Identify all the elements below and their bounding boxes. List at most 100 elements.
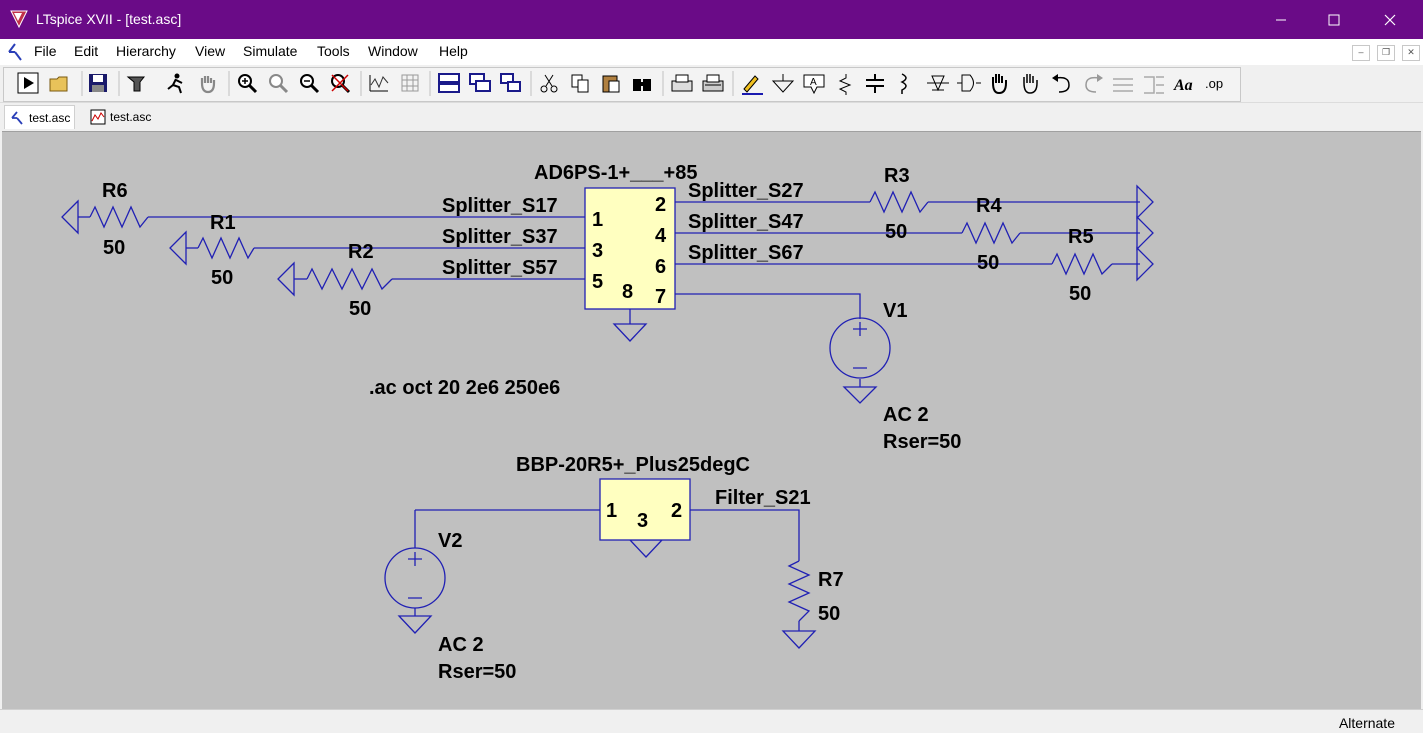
zoom-out-icon[interactable] <box>300 74 320 94</box>
port-r6 <box>61 199 79 235</box>
menu-window[interactable]: Window <box>368 43 418 59</box>
menu-tools[interactable]: Tools <box>317 43 350 59</box>
run-man-icon[interactable] <box>167 73 183 94</box>
autorange-icon[interactable] <box>369 75 389 92</box>
tab-label: test.asc <box>110 109 152 124</box>
tab-label: test.asc <box>29 110 71 125</box>
r7-name: R7 <box>818 569 844 591</box>
tile-vertical-icon[interactable] <box>469 73 491 92</box>
svg-text:.op: .op <box>1205 76 1223 91</box>
filter-name: BBP-20R5+_Plus25degC <box>516 454 750 476</box>
r5-name: R5 <box>1068 226 1094 248</box>
splitter-pin-5: 5 <box>592 271 603 293</box>
capacitor-icon[interactable] <box>866 74 884 93</box>
spice-directive[interactable]: .ac oct 20 2e6 250e6 <box>369 377 560 399</box>
text-icon[interactable]: Aa <box>1173 77 1193 94</box>
zoom-in-icon[interactable] <box>238 74 258 94</box>
tile-horizontal-icon[interactable] <box>438 73 460 93</box>
waveform-tab-icon <box>90 109 106 124</box>
r3-name: R3 <box>884 165 910 187</box>
rotate-icon[interactable] <box>1113 78 1133 92</box>
menu-hierarchy[interactable]: Hierarchy <box>116 43 176 59</box>
close-button[interactable] <box>1363 0 1416 39</box>
menu-file[interactable]: File <box>34 43 57 59</box>
diode-icon[interactable] <box>927 75 949 92</box>
maximize-icon <box>1328 14 1339 25</box>
grid-icon[interactable] <box>401 74 419 92</box>
tab-waveform[interactable]: test.asc <box>86 105 155 128</box>
r1-symbol <box>197 236 255 260</box>
v1-symbol <box>829 317 891 379</box>
r3-value: 50 <box>885 221 907 243</box>
undo-icon[interactable] <box>1052 74 1070 93</box>
r1-name: R1 <box>210 212 236 234</box>
inductor-icon[interactable] <box>900 73 907 94</box>
r5-symbol <box>1051 252 1113 276</box>
mdi-close-button[interactable]: ✕ <box>1402 45 1420 61</box>
redo-icon[interactable] <box>1085 74 1103 93</box>
maximize-button[interactable] <box>1307 0 1360 39</box>
control-panel-icon[interactable] <box>126 76 146 92</box>
component-icon[interactable] <box>957 74 981 92</box>
svg-text:A: A <box>810 77 817 88</box>
schematic-canvas[interactable]: AD6PS-1+___+85 1 3 5 2 4 6 8 7 Splitter_… <box>2 131 1421 709</box>
r3-symbol <box>869 190 929 214</box>
spice-directive-icon[interactable]: .op <box>1205 76 1223 91</box>
title-bar: LTspice XVII - [test.asc] <box>0 0 1423 39</box>
cut-icon[interactable] <box>540 74 558 93</box>
drag-icon[interactable] <box>1023 74 1038 94</box>
ground-splitter <box>612 309 648 342</box>
v1-value: AC 2 <box>883 404 929 426</box>
mdi-minimize-button[interactable]: – <box>1352 45 1370 61</box>
print-setup-icon[interactable] <box>702 74 724 92</box>
splitter-pin-7: 7 <box>655 286 666 308</box>
close-icon <box>1384 14 1395 25</box>
v1-rser: Rser=50 <box>883 431 961 453</box>
status-bar: Alternate <box>0 709 1423 733</box>
r5-value: 50 <box>1069 283 1091 305</box>
menu-simulate[interactable]: Simulate <box>243 43 297 59</box>
port-r1 <box>169 230 187 266</box>
toolbar: A Aa .op <box>0 65 1423 103</box>
filter-pin-1: 1 <box>606 500 617 522</box>
toolbar-icons: A Aa .op <box>17 71 1223 96</box>
find-icon[interactable] <box>633 79 651 91</box>
port-r2 <box>277 261 295 297</box>
run-icon[interactable] <box>17 72 39 94</box>
schematic-drawing: AD6PS-1+___+85 1 3 5 2 4 6 8 7 Splitter_… <box>61 162 1154 683</box>
ground-r7 <box>781 630 817 649</box>
open-icon[interactable] <box>49 76 68 92</box>
net-label-filter-s21: Filter_S21 <box>715 487 811 509</box>
zoom-cancel-icon[interactable] <box>331 74 351 94</box>
r4-name: R4 <box>976 195 1002 217</box>
draw-wire-icon[interactable] <box>742 75 763 95</box>
document-tabs: test.asc test.asc <box>0 103 1423 130</box>
save-icon[interactable] <box>89 74 107 92</box>
menu-view[interactable]: View <box>195 43 225 59</box>
r4-value: 50 <box>977 252 999 274</box>
pan-hand-icon[interactable] <box>200 76 216 94</box>
paste-icon[interactable] <box>602 75 620 93</box>
menu-edit[interactable]: Edit <box>74 43 98 59</box>
print-icon[interactable] <box>671 74 693 92</box>
mdi-restore-button[interactable]: ❐ <box>1377 45 1395 61</box>
schematic-tab-icon <box>11 110 23 125</box>
zoom-full-icon[interactable] <box>269 74 289 94</box>
menu-help[interactable]: Help <box>439 43 468 59</box>
minimize-button[interactable] <box>1254 0 1307 39</box>
r2-name: R2 <box>348 241 374 263</box>
label-net-icon[interactable]: A <box>803 74 825 95</box>
move-icon[interactable] <box>992 74 1007 95</box>
cascade-icon[interactable] <box>500 73 521 92</box>
tab-schematic[interactable]: test.asc <box>4 105 76 129</box>
ground-icon[interactable] <box>771 74 795 93</box>
filter-pin-2: 2 <box>671 500 682 522</box>
net-label-s67: Splitter_S67 <box>688 242 804 264</box>
window-title: LTspice XVII - [test.asc] <box>36 11 182 27</box>
splitter-pin-6: 6 <box>655 256 666 278</box>
copy-icon[interactable] <box>571 74 589 93</box>
mirror-icon[interactable] <box>1144 76 1164 94</box>
v2-value: AC 2 <box>438 634 484 656</box>
resistor-icon[interactable] <box>838 74 852 95</box>
splitter-pin-1: 1 <box>592 209 603 231</box>
